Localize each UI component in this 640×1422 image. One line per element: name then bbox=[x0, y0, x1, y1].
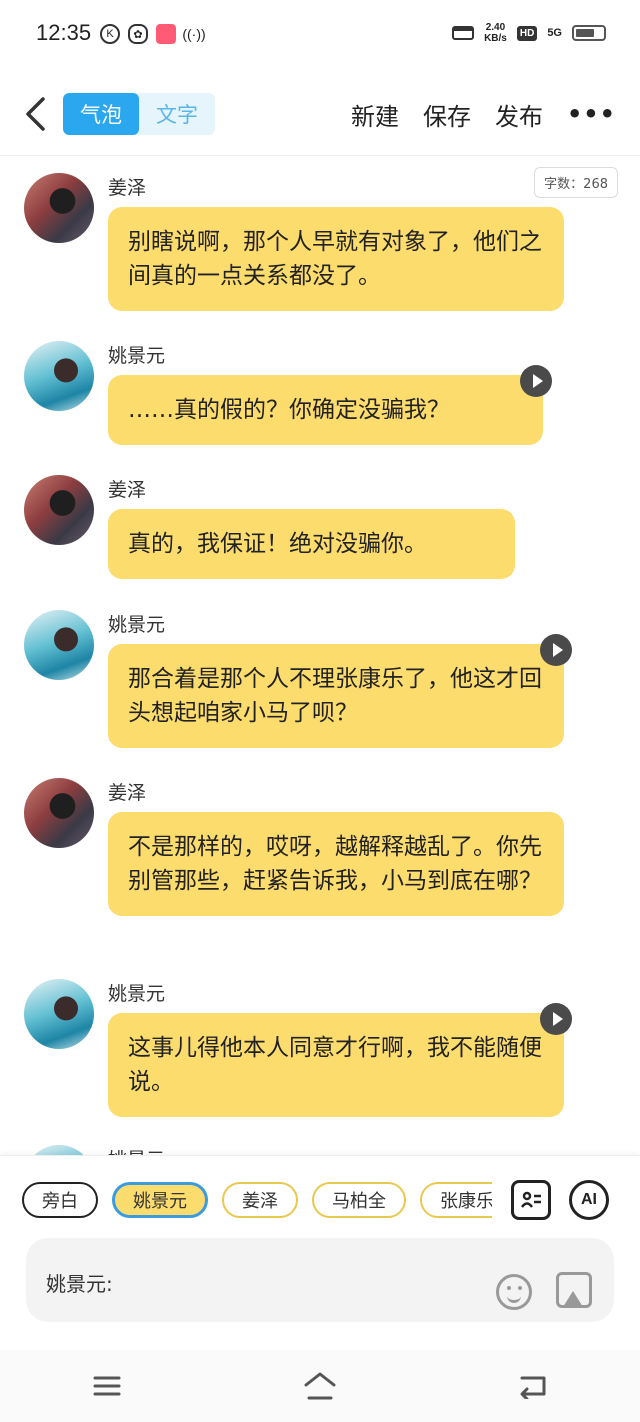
avatar[interactable] bbox=[24, 173, 94, 243]
hotspot-icon: ((·)) bbox=[182, 26, 206, 42]
status-bar: 12:35 K ✿ ((·)) 2.40 KB/s HD 5G bbox=[0, 0, 640, 70]
message-bubble[interactable]: 真的，我保证！绝对没骗你。 bbox=[108, 509, 515, 579]
role-chip-zhang[interactable]: 张康乐 bbox=[420, 1182, 492, 1218]
message-input[interactable]: 姚景元: bbox=[26, 1238, 614, 1322]
input-speaker-label: 姚景元: bbox=[46, 1272, 113, 1296]
play-audio-icon[interactable] bbox=[540, 1003, 572, 1035]
net-speed: 2.40 KB/s bbox=[484, 22, 507, 44]
sleep-mode-icon bbox=[452, 26, 475, 40]
bilibili-icon bbox=[156, 24, 176, 44]
message-bubble[interactable]: 别瞎说啊，那个人早就有对象了，他们之间真的一点关系都没了。 bbox=[108, 207, 564, 311]
status-icons-left: K ✿ ((·)) bbox=[100, 24, 206, 44]
net-speed-unit: KB/s bbox=[484, 33, 507, 44]
emoji-icon[interactable] bbox=[496, 1274, 532, 1310]
speaker-name: 姜泽 bbox=[108, 479, 147, 501]
role-list-icon[interactable] bbox=[511, 1180, 551, 1220]
new-button[interactable]: 新建 bbox=[351, 97, 399, 132]
avatar[interactable] bbox=[24, 610, 94, 680]
wechat-icon: ✿ bbox=[128, 24, 148, 44]
system-nav-bar bbox=[0, 1350, 640, 1422]
bottom-panel: 旁白 姚景元 姜泽 马柏全 张康乐 AI 姚景元: bbox=[0, 1155, 640, 1350]
contact-card-icon bbox=[520, 1191, 541, 1208]
battery-icon bbox=[572, 25, 606, 41]
message-bubble[interactable]: ……真的假的？你确定没骗我？ bbox=[108, 375, 543, 445]
battery-fill bbox=[576, 29, 594, 37]
net-speed-value: 2.40 bbox=[485, 22, 506, 33]
role-chip-yao[interactable]: 姚景元 bbox=[112, 1182, 208, 1218]
status-time: 12:35 bbox=[36, 20, 92, 45]
chevron-left-icon bbox=[26, 97, 45, 131]
speaker-name: 姚景元 bbox=[108, 983, 166, 1005]
speaker-name: 姚景元 bbox=[108, 614, 166, 636]
role-chip-ma[interactable]: 马柏全 bbox=[312, 1182, 406, 1218]
house-icon bbox=[304, 1372, 336, 1400]
home-icon[interactable] bbox=[300, 1366, 340, 1406]
word-count-badge: 字数：268 bbox=[534, 167, 618, 198]
header-actions: 新建 保存 发布 ••• bbox=[351, 94, 616, 134]
message-bubble[interactable]: 那合着是那个人不理张康乐了，他这才回头想起咱家小马了呗？ bbox=[108, 644, 564, 748]
message-bubble[interactable]: 这事儿得他本人同意才行啊，我不能随便说。 bbox=[108, 1013, 564, 1117]
avatar[interactable] bbox=[24, 1145, 94, 1155]
speaker-name: 姚景元 bbox=[108, 1145, 165, 1155]
speaker-name: 姚景元 bbox=[108, 345, 166, 367]
avatar[interactable] bbox=[24, 475, 94, 545]
role-chip-jiang[interactable]: 姜泽 bbox=[222, 1182, 298, 1218]
menu-icon[interactable] bbox=[87, 1366, 127, 1406]
toggle-text[interactable]: 文字 bbox=[139, 93, 215, 135]
return-arrow-icon bbox=[520, 1376, 546, 1399]
avatar[interactable] bbox=[24, 778, 94, 848]
bubble-text-toggle: 气泡 文字 bbox=[63, 93, 215, 135]
speaker-name: 姜泽 bbox=[108, 177, 147, 199]
role-chips[interactable]: 旁白 姚景元 姜泽 马柏全 张康乐 bbox=[22, 1182, 492, 1222]
speaker-name: 姜泽 bbox=[108, 782, 147, 804]
message-bubble[interactable]: 不是那样的，哎呀，越解释越乱了。你先别管那些，赶紧告诉我，小马到底在哪？ bbox=[108, 812, 564, 916]
save-button[interactable]: 保存 bbox=[423, 97, 471, 132]
back-button[interactable] bbox=[20, 94, 50, 134]
status-icons-right: 2.40 KB/s HD 5G bbox=[452, 22, 606, 44]
play-audio-icon[interactable] bbox=[540, 634, 572, 666]
hd-badge: HD bbox=[516, 25, 538, 41]
role-chip-narration[interactable]: 旁白 bbox=[22, 1182, 98, 1218]
menu-lines-icon bbox=[93, 1376, 121, 1396]
k-app-icon: K bbox=[100, 24, 120, 44]
play-audio-icon[interactable] bbox=[520, 365, 552, 397]
toggle-bubble[interactable]: 气泡 bbox=[63, 93, 139, 135]
ai-icon[interactable]: AI bbox=[569, 1180, 609, 1220]
app-header: 气泡 文字 新建 保存 发布 ••• bbox=[0, 80, 640, 156]
image-icon[interactable] bbox=[556, 1272, 592, 1308]
back-nav-icon[interactable] bbox=[513, 1366, 553, 1406]
publish-button[interactable]: 发布 bbox=[495, 97, 543, 132]
more-icon[interactable]: ••• bbox=[567, 100, 616, 128]
network-5g: 5G bbox=[547, 27, 562, 39]
avatar[interactable] bbox=[24, 979, 94, 1049]
avatar[interactable] bbox=[24, 341, 94, 411]
chat-area[interactable]: 字数：268 姜泽 别瞎说啊，那个人早就有对象了，他们之间真的一点关系都没了。 … bbox=[0, 157, 640, 1155]
